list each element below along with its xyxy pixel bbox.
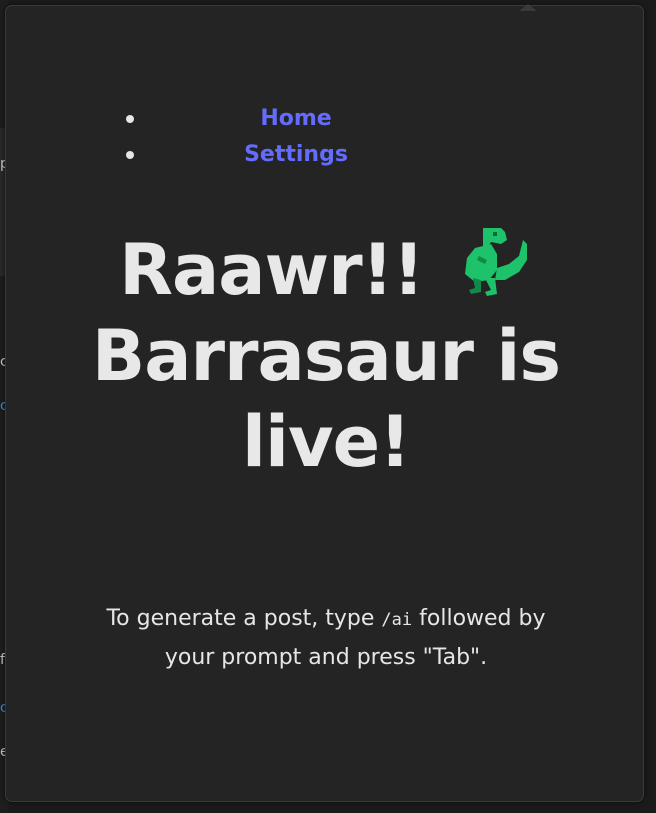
title-line-1-text: Raawr!! [119, 229, 424, 311]
t-rex-icon [464, 228, 527, 296]
extension-popup: Home Settings Raawr!! Barrasaur is live!… [5, 4, 644, 802]
popup-arrow [519, 4, 537, 11]
title-line-2: Barrasaur is [91, 315, 561, 397]
nav-item-settings: Settings [116, 137, 416, 173]
title-line-3: live! [241, 401, 411, 483]
bullet-icon [126, 151, 134, 159]
settings-link[interactable]: Settings [244, 142, 348, 167]
nav-list: Home Settings [116, 101, 416, 173]
nav-item-home: Home [116, 101, 416, 137]
hint-text-before: To generate a post, type [106, 606, 382, 631]
usage-hint: To generate a post, type /ai followed by… [106, 600, 546, 676]
bullet-icon [126, 115, 134, 123]
ai-command-code: /ai [381, 610, 413, 630]
page-title: Raawr!! Barrasaur is live! [76, 226, 576, 485]
home-link[interactable]: Home [260, 106, 331, 131]
title-line-1: Raawr!! [76, 226, 576, 313]
